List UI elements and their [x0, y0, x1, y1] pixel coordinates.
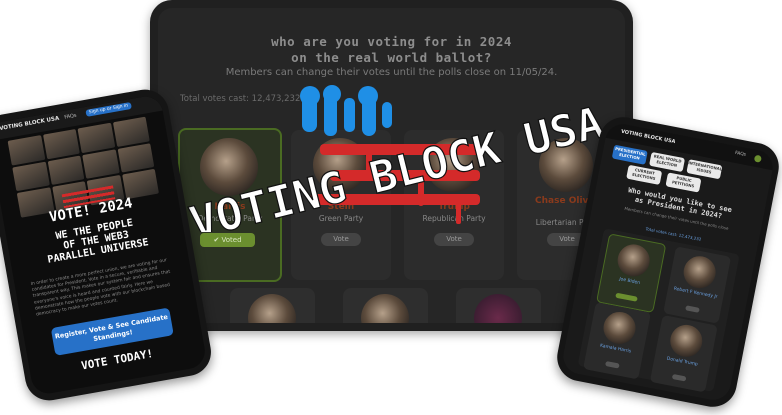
candidate-portrait — [600, 309, 639, 347]
candidate-thumbnail — [12, 161, 50, 192]
voted-button[interactable] — [615, 292, 638, 302]
brand-logo[interactable]: VOTING BLOCK USA — [0, 116, 60, 132]
candidate-cards: Joe Biden Robert F Kennedy Jr Kamala Har… — [577, 228, 740, 393]
candidate-card[interactable] — [230, 288, 315, 323]
ballot-question-line1: Who are you voting for in 2024 — [271, 34, 512, 49]
tab-presidential-election[interactable]: PRESIDENTIAL ELECTION — [611, 144, 648, 165]
candidate-card[interactable] — [343, 288, 428, 323]
vote-button[interactable]: Vote — [321, 233, 361, 246]
vote-button[interactable]: Vote — [434, 233, 474, 246]
candidate-card[interactable]: Robert F Kennedy Jr — [663, 246, 732, 324]
candidate-portrait — [248, 294, 296, 323]
candidate-thumbnail — [42, 128, 80, 160]
tab-current-elections[interactable]: CURRENT ELECTIONS — [626, 164, 663, 185]
voted-button[interactable]: ✔ Voted — [200, 233, 255, 247]
vote-button[interactable] — [685, 305, 700, 313]
candidate-thumbnail — [82, 149, 120, 180]
candidate-portrait — [614, 241, 653, 280]
tab-public-petitions[interactable]: PUBLIC PETITIONS — [665, 172, 702, 193]
candidate-card[interactable]: Joe Biden — [596, 233, 667, 314]
user-avatar[interactable] — [753, 154, 762, 163]
signup-signin-button[interactable]: Sign up or Sign in — [85, 102, 132, 117]
candidate-portrait — [474, 294, 522, 323]
ballot-question-line2: on the real world ballot? — [291, 50, 492, 65]
candidate-portrait — [361, 294, 409, 323]
voting-block-usa-logo: VOTING BLOCK USA — [184, 85, 609, 232]
check-icon: ✔ — [213, 236, 222, 244]
candidate-thumbnail — [7, 135, 45, 166]
candidate-portrait — [680, 253, 719, 291]
vote-button[interactable] — [605, 360, 620, 369]
candidate-thumbnail — [47, 155, 85, 186]
nav-faqs-link[interactable]: FAQs — [734, 151, 746, 158]
candidate-thumbnail — [112, 116, 150, 147]
brand-logo[interactable]: VOTING BLOCK USA — [620, 129, 675, 145]
candidate-thumbnail — [117, 142, 155, 174]
candidate-card[interactable]: Kamala Harris — [583, 302, 652, 380]
candidate-card[interactable]: Donald Trump — [649, 314, 718, 393]
candidate-card[interactable] — [456, 288, 541, 323]
ballot-subtitle: Members can change their votes until the… — [225, 67, 558, 78]
nav-faqs-link[interactable]: FAQs — [64, 113, 77, 121]
candidate-thumbnail — [77, 122, 115, 153]
blue-drips-icon — [300, 85, 392, 136]
logo-text: VOTING BLOCK USA — [185, 97, 609, 232]
vote-button[interactable] — [671, 373, 687, 382]
candidate-portrait — [667, 322, 706, 360]
